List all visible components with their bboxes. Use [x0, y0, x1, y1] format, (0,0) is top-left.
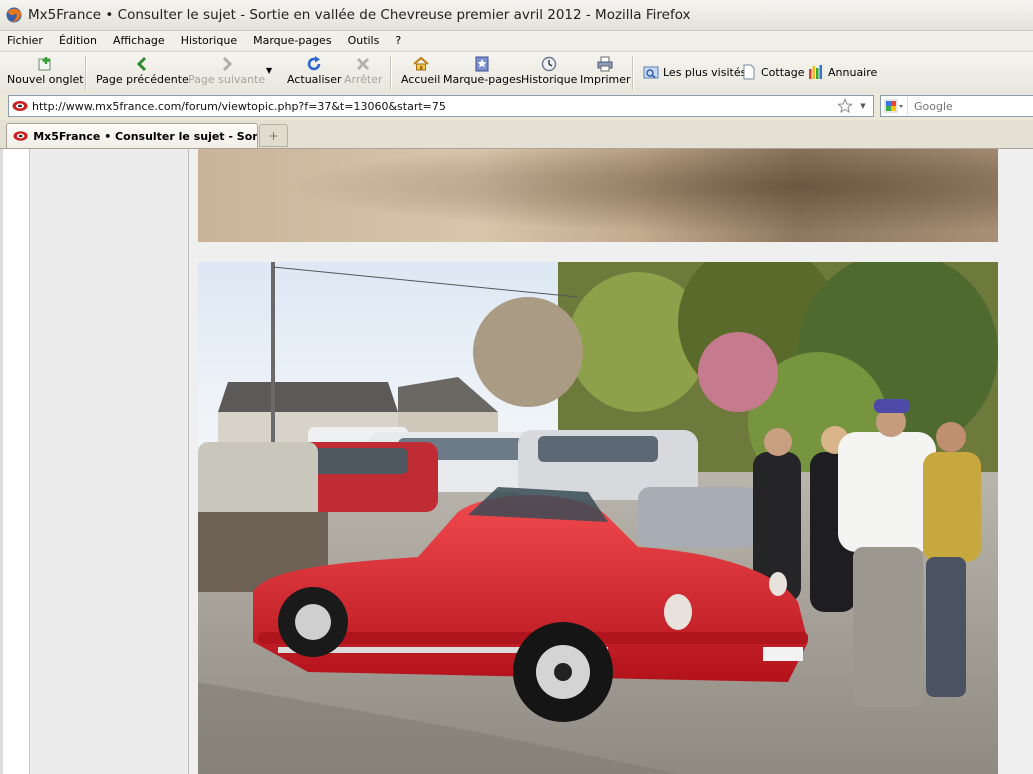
menu-bar: Fichier Édition Affichage Historique Mar… [0, 31, 1033, 50]
post-photo-red-porsche [198, 262, 998, 774]
forum-side-column [30, 149, 189, 774]
url-text[interactable]: http://www.mx5france.com/forum/viewtopic… [32, 100, 837, 113]
window-title: Mx5France • Consulter le sujet - Sortie … [28, 7, 691, 23]
menu-edition[interactable]: Édition [59, 34, 97, 47]
search-input[interactable] [912, 98, 1026, 114]
forward-button[interactable]: Page suivante [188, 55, 265, 91]
post-photo-road [198, 149, 998, 242]
menu-fichier[interactable]: Fichier [7, 34, 43, 47]
back-button[interactable]: Page précédente [96, 55, 189, 91]
menu-outils[interactable]: Outils [348, 34, 380, 47]
annuaire-icon [808, 64, 824, 80]
search-engine-icon[interactable] [881, 97, 908, 115]
site-favicon-icon [12, 101, 28, 111]
print-label: Imprimer [580, 73, 631, 86]
menu-marque-pages[interactable]: Marque-pages [253, 34, 331, 47]
toolbar-separator [390, 56, 392, 90]
menu-help[interactable]: ? [395, 34, 401, 47]
stop-button[interactable]: Arrêter [344, 55, 383, 91]
bookmark-most-visited[interactable]: Les plus visités [643, 64, 746, 80]
history-label: Historique [521, 73, 578, 86]
search-bar[interactable] [880, 95, 1033, 117]
tab-label: Mx5France • Consulter le sujet - Sor... [33, 129, 257, 143]
navigation-toolbar: Nouvel onglet Page précédente Page suiva… [0, 51, 1033, 95]
reload-label: Actualiser [287, 73, 342, 86]
bookmark-annuaire[interactable]: Annuaire [808, 64, 877, 80]
forward-arrow-icon [217, 55, 237, 73]
stop-icon [353, 55, 373, 73]
firefox-logo-icon [6, 7, 22, 23]
bookmark-cottage[interactable]: Cottage [741, 64, 805, 80]
address-row: http://www.mx5france.com/forum/viewtopic… [0, 94, 1033, 119]
bookmarks-label: Marque-pages [443, 73, 522, 86]
menu-affichage[interactable]: Affichage [113, 34, 165, 47]
bookmark-annuaire-label: Annuaire [828, 65, 878, 79]
reload-icon [304, 55, 324, 73]
new-tab-label: Nouvel onglet [7, 73, 84, 86]
forward-label: Page suivante [188, 73, 266, 86]
home-label: Accueil [401, 73, 441, 86]
tab-bar: Mx5France • Consulter le sujet - Sor... … [0, 120, 1033, 149]
chevron-down-icon: ▼ [266, 66, 273, 75]
post-body [189, 149, 1033, 774]
bookmark-star-icon[interactable] [837, 98, 853, 114]
bookmark-most-visited-label: Les plus visités [663, 65, 747, 79]
menu-historique[interactable]: Historique [181, 34, 237, 47]
new-tab-button[interactable]: Nouvel onglet [7, 55, 84, 91]
bookmarks-icon [472, 55, 492, 73]
home-button[interactable]: Accueil [401, 55, 440, 91]
back-arrow-icon [132, 55, 152, 73]
url-dropdown-icon[interactable]: ▼ [857, 102, 869, 110]
clock-icon [539, 55, 559, 73]
smart-folder-icon [643, 64, 659, 80]
page-icon [741, 64, 757, 80]
history-button[interactable]: Historique [521, 55, 577, 91]
bookmark-cottage-label: Cottage [761, 65, 805, 79]
window-title-bar: Mx5France • Consulter le sujet - Sortie … [0, 0, 1033, 31]
back-label: Page précédente [96, 73, 189, 86]
printer-icon [595, 55, 615, 73]
home-icon [411, 55, 431, 73]
url-bar[interactable]: http://www.mx5france.com/forum/viewtopic… [8, 95, 874, 117]
tab-active[interactable]: Mx5France • Consulter le sujet - Sor... [6, 123, 258, 148]
stop-label: Arrêter [344, 73, 383, 86]
new-tab-icon [35, 55, 55, 73]
reload-button[interactable]: Actualiser [287, 55, 342, 91]
page-content [0, 149, 1033, 774]
new-tab-plus-button[interactable]: + [259, 124, 288, 147]
toolbar-separator [632, 56, 634, 90]
print-button[interactable]: Imprimer [580, 55, 631, 91]
toolbar-separator [85, 56, 87, 90]
site-favicon-icon [13, 131, 28, 141]
bookmarks-button[interactable]: Marque-pages [443, 55, 521, 91]
plus-icon: + [268, 128, 279, 143]
page-left-gutter [3, 149, 30, 774]
